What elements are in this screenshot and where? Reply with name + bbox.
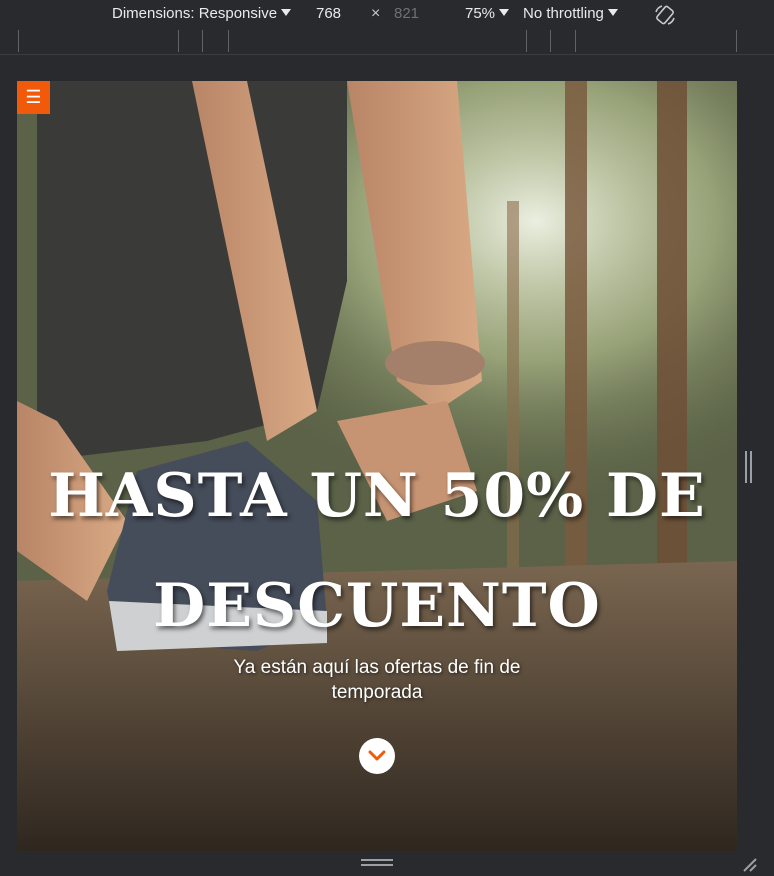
height-input[interactable]: 821 — [394, 0, 419, 30]
hero-title: HASTA UN 50% DE DESCUENTO — [17, 441, 737, 661]
bottom-resize-handle[interactable] — [361, 859, 393, 861]
ruler-tick — [575, 30, 576, 52]
width-input[interactable]: 768 — [316, 0, 341, 30]
right-resize-handle[interactable] — [745, 451, 747, 483]
throttling-label: No throttling — [523, 5, 604, 22]
hero-subtitle: Ya están aquí las ofertas de fin de temp… — [233, 657, 521, 703]
zoom-label: 75% — [465, 5, 496, 22]
ruler-tick — [178, 30, 179, 52]
dimensions-label: Dimensions: Responsive — [112, 5, 278, 22]
ruler-tick — [18, 30, 19, 52]
bottom-resize-handle[interactable] — [361, 864, 393, 866]
menu-button[interactable]: ☰ — [17, 81, 50, 114]
ruler-tick — [550, 30, 551, 52]
right-resize-handle[interactable] — [750, 451, 752, 483]
rotate-icon[interactable] — [653, 3, 677, 27]
dropdown-caret-icon — [499, 9, 510, 16]
scroll-down-button[interactable] — [359, 738, 395, 774]
corner-resize-icon[interactable] — [740, 855, 758, 873]
device-toolbar: Dimensions: Responsive 768 × 821 75% No … — [0, 0, 774, 30]
ruler-tick — [202, 30, 203, 52]
zoom-dropdown[interactable]: 75% — [465, 0, 510, 30]
ruler-tick — [526, 30, 527, 52]
media-query-ruler[interactable] — [0, 30, 774, 55]
throttling-dropdown[interactable]: No throttling — [523, 0, 618, 30]
hero-title-line1: HASTA UN 50% DE — [48, 461, 706, 531]
chevron-down-icon — [368, 750, 386, 761]
dropdown-caret-icon — [281, 9, 292, 16]
dropdown-caret-icon — [607, 9, 618, 16]
hero-title-line2: DESCUENTO — [153, 571, 601, 641]
dimensions-dropdown[interactable]: Dimensions: Responsive — [112, 0, 292, 30]
ruler-tick — [736, 30, 737, 52]
emulated-viewport: ☰ HASTA UN 50% DE DESCUENTO Ya están aqu… — [17, 81, 737, 851]
times-icon: × — [371, 5, 381, 22]
ruler-tick — [228, 30, 229, 52]
